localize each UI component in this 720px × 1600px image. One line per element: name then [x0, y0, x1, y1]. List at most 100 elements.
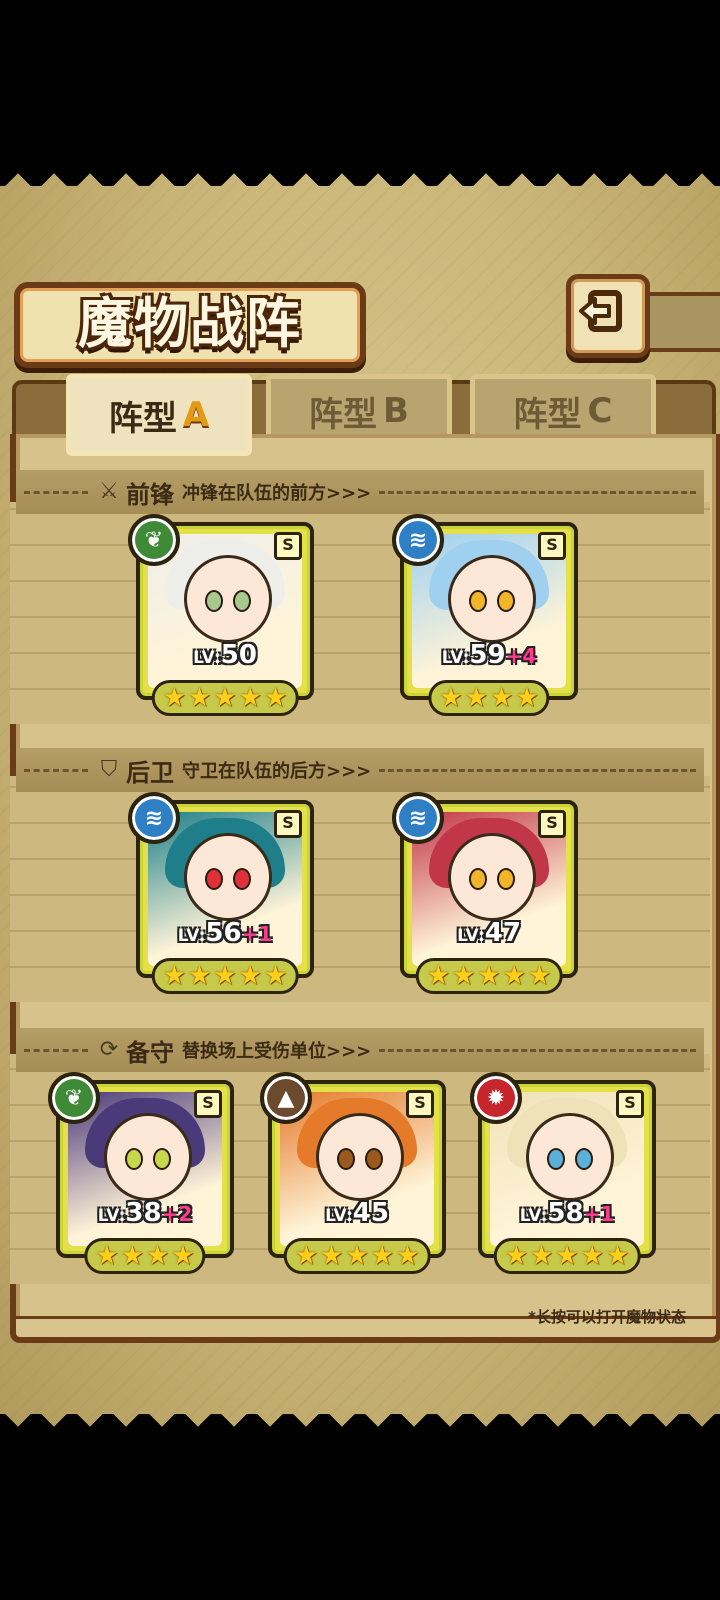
star-icon: ★ — [515, 683, 539, 713]
star-icon: ★ — [263, 683, 288, 713]
star-icon: ★ — [464, 683, 488, 713]
title-plate: 魔物战阵 — [14, 282, 366, 368]
swap-icon: ⟳ — [99, 1037, 119, 1062]
tab-letter: A — [182, 395, 210, 435]
level-label: LV:50 — [148, 640, 302, 670]
tab-letter: C — [587, 391, 613, 431]
level-label: LV:38+2 — [68, 1198, 222, 1228]
level-prefix: LV: — [177, 926, 206, 946]
level-label: LV:56+1 — [148, 918, 302, 948]
star-icon: ★ — [504, 1241, 529, 1271]
section-reserve-title: 备守 — [126, 1038, 174, 1067]
rarity-badge: S — [538, 810, 566, 838]
long-press-hint: *长按可以打开魔物状态 — [528, 1308, 686, 1326]
star-rating: ★ ★ ★ ★ — [428, 680, 550, 716]
portrait-eye — [547, 1147, 565, 1170]
portrait-eye — [153, 1147, 171, 1170]
portrait-face — [526, 1112, 614, 1201]
section-back-header: ⛉ 后卫 守卫在队伍的后方>>> — [16, 748, 704, 792]
level-bonus: +2 — [161, 1202, 193, 1226]
monster-card[interactable]: LV:50 S ❦ ★ ★ ★ ★ ★ — [128, 514, 314, 716]
portrait-eye — [575, 1147, 593, 1170]
rarity-badge: S — [406, 1090, 434, 1118]
portrait-eye — [205, 867, 223, 890]
star-icon: ★ — [490, 683, 514, 713]
star-icon: ★ — [555, 1241, 579, 1271]
level-bonus: +1 — [241, 922, 273, 946]
page-title: 魔物战阵 — [78, 291, 302, 355]
section-reserve-header: ⟳ 备守 替换场上受伤单位>>> — [16, 1028, 704, 1072]
level-value: 50 — [220, 640, 257, 670]
star-icon: ★ — [188, 683, 212, 713]
portrait-eye — [233, 589, 251, 612]
monster-card[interactable]: LV:38+2 S ❦ ★ ★ ★ ★ — [48, 1072, 234, 1274]
back-button[interactable] — [566, 274, 650, 358]
level-value: 59 — [469, 640, 506, 670]
tab-label: 阵型 — [309, 394, 378, 435]
star-icon: ★ — [120, 1241, 144, 1271]
section-reserve-desc: 替换场上受伤单位>>> — [182, 1041, 372, 1062]
star-icon: ★ — [452, 961, 476, 991]
portrait-face — [316, 1112, 404, 1201]
sword-icon: ⚔ — [99, 479, 119, 504]
star-icon: ★ — [294, 1241, 319, 1271]
level-value: 47 — [484, 918, 521, 948]
star-icon: ★ — [439, 683, 463, 713]
portrait-eye — [365, 1147, 383, 1170]
rarity-badge: S — [616, 1090, 644, 1118]
section-front-desc: 冲锋在队伍的前方>>> — [182, 483, 372, 504]
section-front-title: 前锋 — [126, 480, 174, 509]
star-icon: ★ — [238, 683, 262, 713]
level-prefix: LV: — [97, 1206, 126, 1226]
star-icon: ★ — [213, 683, 237, 713]
level-label: LV:59+4 — [412, 640, 566, 670]
top-torn-edge — [0, 160, 720, 186]
star-icon: ★ — [426, 961, 451, 991]
rarity-badge: S — [274, 532, 302, 560]
monster-card[interactable]: LV:59+4 S ≋ ★ ★ ★ ★ — [392, 514, 578, 716]
level-label: LV:58+1 — [490, 1198, 644, 1228]
star-rating: ★ ★ ★ ★ ★ — [151, 680, 299, 716]
star-icon: ★ — [162, 683, 187, 713]
monster-card[interactable]: LV:47 S ≋ ★ ★ ★ ★ ★ — [392, 792, 578, 994]
bottom-torn-edge — [0, 1414, 720, 1440]
star-icon: ★ — [188, 961, 212, 991]
monster-card[interactable]: LV:45 S ▲ ★ ★ ★ ★ ★ — [260, 1072, 446, 1274]
level-prefix: LV: — [457, 926, 485, 946]
front-row — [10, 502, 710, 724]
level-prefix: LV: — [193, 648, 221, 668]
star-icon: ★ — [320, 1241, 344, 1271]
monster-card[interactable]: LV:58+1 S ✹ ★ ★ ★ ★ ★ — [470, 1072, 656, 1274]
section-front-header: ⚔ 前锋 冲锋在队伍的前方>>> — [16, 470, 704, 514]
rarity-badge: S — [274, 810, 302, 838]
star-icon: ★ — [527, 961, 552, 991]
fire-icon: ✹ — [470, 1072, 522, 1124]
water-icon: ≋ — [392, 792, 444, 844]
portrait-face — [184, 554, 272, 643]
level-bonus: +4 — [505, 644, 537, 668]
section-back-desc: 守卫在队伍的后方>>> — [182, 761, 372, 782]
leaf-icon: ❦ — [48, 1072, 100, 1124]
level-value: 45 — [352, 1198, 389, 1228]
water-icon: ≋ — [128, 792, 180, 844]
level-prefix: LV: — [325, 1206, 353, 1226]
portrait-eye — [205, 589, 223, 612]
portrait-face — [448, 832, 536, 921]
tab-label: 阵型 — [513, 394, 582, 435]
star-rating: ★ ★ ★ ★ — [84, 1238, 206, 1274]
tab-formation-a[interactable]: 阵型 A — [66, 374, 252, 456]
star-icon: ★ — [345, 1241, 369, 1271]
back-row — [10, 776, 710, 1002]
star-rating: ★ ★ ★ ★ ★ — [283, 1238, 431, 1274]
portrait-face — [104, 1112, 192, 1201]
star-icon: ★ — [95, 1241, 119, 1271]
star-icon: ★ — [477, 961, 501, 991]
portrait-eye — [497, 589, 515, 612]
star-rating: ★ ★ ★ ★ ★ — [493, 1238, 641, 1274]
leaf-icon: ❦ — [128, 514, 180, 566]
star-icon: ★ — [580, 1241, 604, 1271]
level-prefix: LV: — [441, 648, 470, 668]
monster-card[interactable]: LV:56+1 S ≋ ★ ★ ★ ★ ★ — [128, 792, 314, 994]
portrait-face — [184, 832, 272, 921]
level-value: 38 — [125, 1198, 162, 1228]
